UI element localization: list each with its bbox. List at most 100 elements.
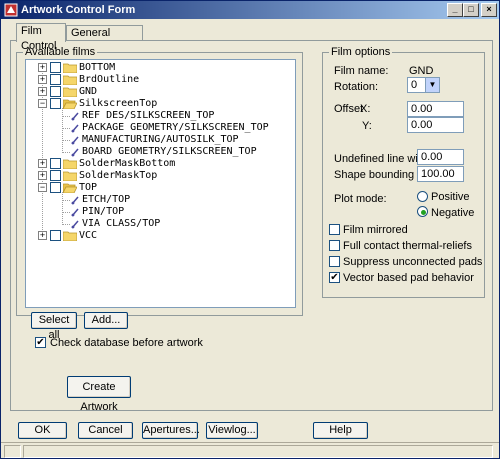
undefined-line-width-input[interactable]: 0.00: [417, 149, 464, 165]
node-checkbox[interactable]: [50, 98, 61, 109]
collapse-icon[interactable]: −: [38, 99, 47, 108]
folder-icon: [63, 75, 77, 85]
rotation-label: Rotation:: [334, 81, 379, 93]
node-checkbox[interactable]: [50, 182, 61, 193]
plot-mode-positive-label: Positive: [431, 191, 470, 203]
tree-node-silkscreentop[interactable]: − SilkscreenTop: [26, 98, 295, 110]
maximize-button[interactable]: □: [463, 3, 479, 17]
film-layer-icon: [71, 196, 79, 205]
tree-line: [62, 212, 70, 213]
node-checkbox[interactable]: [50, 158, 61, 169]
node-checkbox[interactable]: [50, 230, 61, 241]
node-checkbox[interactable]: [50, 170, 61, 181]
offset-x-input[interactable]: 0.00: [407, 101, 464, 117]
collapse-icon[interactable]: −: [38, 183, 47, 192]
tree-leaf[interactable]: PACKAGE GEOMETRY/SILKSCREEN_TOP: [26, 122, 295, 134]
tree-node-brdoutline[interactable]: + BrdOutline: [26, 74, 295, 86]
status-segment: [23, 445, 493, 458]
rotation-select[interactable]: 0 ▼: [407, 77, 440, 93]
tree-node-vcc[interactable]: + VCC: [26, 230, 295, 242]
tree-leaf[interactable]: BOARD GEOMETRY/SILKSCREEN_TOP: [26, 146, 295, 158]
tree-leaf[interactable]: PIN/TOP: [26, 206, 295, 218]
cancel-button[interactable]: Cancel: [78, 422, 133, 439]
plot-mode-positive-radio[interactable]: [417, 191, 428, 202]
film-name-value: GND: [409, 65, 434, 77]
expand-icon[interactable]: +: [38, 87, 47, 96]
film-layer-icon: [71, 112, 79, 121]
create-artwork-label: Create Artwork: [80, 381, 118, 413]
offset-y-label: Y:: [362, 120, 372, 132]
rotation-value: 0: [411, 79, 418, 91]
expand-icon[interactable]: +: [38, 63, 47, 72]
ok-button[interactable]: OK: [18, 422, 67, 439]
artwork-app-icon: [4, 3, 18, 17]
film-mirrored-checkbox[interactable]: [329, 224, 340, 235]
film-layer-icon: [71, 148, 79, 157]
node-label: MANUFACTURING/AUTOSILK_TOP: [82, 134, 239, 145]
node-label: VCC: [79, 230, 98, 241]
help-label: Help: [329, 424, 352, 436]
viewlog-button[interactable]: Viewlog...: [206, 422, 258, 439]
check-database-checkbox[interactable]: ✔: [35, 337, 46, 348]
title-bar: Artwork Control Form _ □ ×: [1, 1, 499, 19]
suppress-unconnected-pads-checkbox[interactable]: [329, 256, 340, 267]
node-label: SolderMaskBottom: [79, 158, 176, 169]
tree-line: [62, 200, 70, 201]
status-segment: [4, 445, 21, 458]
tree-line: [62, 152, 70, 153]
offset-y-value: 0.00: [411, 119, 433, 131]
node-checkbox[interactable]: [50, 86, 61, 97]
tree-node-soldermasktop[interactable]: + SolderMaskTop: [26, 170, 295, 182]
film-tree[interactable]: + BOTTOM + BrdOutline + GND − Silkscreen…: [25, 59, 296, 308]
select-all-button[interactable]: Select all: [31, 312, 77, 341]
tree-leaf[interactable]: VIA CLASS/TOP: [26, 218, 295, 230]
node-label: ETCH/TOP: [82, 194, 131, 205]
tree-leaf[interactable]: REF DES/SILKSCREEN_TOP: [26, 110, 295, 122]
film-options-legend: Film options: [329, 46, 393, 58]
folder-icon: [63, 63, 77, 73]
expand-icon[interactable]: +: [38, 231, 47, 240]
folder-icon: [63, 171, 77, 181]
film-layer-icon: [71, 124, 79, 133]
window-title: Artwork Control Form: [21, 4, 136, 16]
tab-film-control[interactable]: Film Control: [16, 23, 66, 52]
film-layer-icon: [71, 220, 79, 229]
offset-y-input[interactable]: 0.00: [407, 117, 464, 133]
node-label: REF DES/SILKSCREEN_TOP: [82, 110, 215, 121]
help-button[interactable]: Help: [313, 422, 368, 439]
tree-node-top[interactable]: − TOP: [26, 182, 295, 194]
plot-mode-negative-label: Negative: [431, 207, 475, 219]
tree-line: [62, 116, 70, 117]
plot-mode-negative-radio[interactable]: [417, 206, 428, 217]
tree-leaf[interactable]: ETCH/TOP: [26, 194, 295, 206]
expand-icon[interactable]: +: [38, 75, 47, 84]
folder-icon: [63, 87, 77, 97]
apertures-label: Apertures...: [143, 424, 200, 436]
folder-icon: [63, 231, 77, 241]
folder-open-icon: [63, 183, 77, 193]
tree-leaf[interactable]: MANUFACTURING/AUTOSILK_TOP: [26, 134, 295, 146]
check-database-label: Check database before artwork: [50, 337, 203, 349]
node-label: SilkscreenTop: [79, 98, 158, 109]
vector-based-pad-behavior-checkbox[interactable]: ✔: [329, 272, 340, 283]
expand-icon[interactable]: +: [38, 171, 47, 180]
cancel-label: Cancel: [88, 424, 123, 436]
suppress-unconnected-pads-label: Suppress unconnected pads: [343, 256, 483, 268]
tree-node-bottom[interactable]: + BOTTOM: [26, 62, 295, 74]
tree-node-soldermaskbottom[interactable]: + SolderMaskBottom: [26, 158, 295, 170]
chevron-down-icon[interactable]: ▼: [425, 78, 439, 92]
node-checkbox[interactable]: [50, 62, 61, 73]
full-contact-thermal-reliefs-checkbox[interactable]: [329, 240, 340, 251]
apertures-button[interactable]: Apertures...: [142, 422, 200, 439]
minimize-button[interactable]: _: [447, 3, 463, 17]
tree-node-gnd[interactable]: + GND: [26, 86, 295, 98]
folder-icon: [63, 159, 77, 169]
close-button[interactable]: ×: [481, 3, 497, 17]
create-artwork-button[interactable]: Create Artwork: [67, 376, 131, 413]
add-button[interactable]: Add...: [84, 312, 128, 329]
node-label: VIA CLASS/TOP: [82, 218, 161, 229]
undefined-line-width-value: 0.00: [421, 151, 443, 163]
node-checkbox[interactable]: [50, 74, 61, 85]
shape-bounding-box-input[interactable]: 100.00: [417, 166, 464, 182]
expand-icon[interactable]: +: [38, 159, 47, 168]
